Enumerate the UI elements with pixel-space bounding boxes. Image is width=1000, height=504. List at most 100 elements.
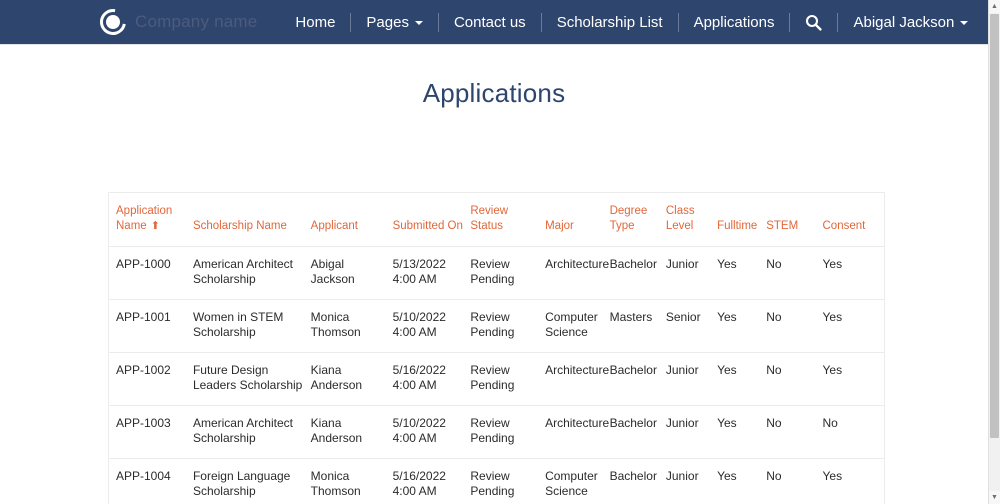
cell-consent: Yes	[823, 353, 885, 406]
table-row[interactable]: APP-1002 Future Design Leaders Scholarsh…	[109, 353, 884, 406]
cell-consent: Yes	[823, 300, 885, 353]
cell-scholarship-name: Future Design Leaders Scholarship	[193, 353, 311, 406]
nav-item-user-menu[interactable]: Abigal Jackson	[841, 15, 980, 30]
cell-review-status: Review Pending	[470, 459, 545, 504]
nav-links: Home Pages Contact us Scholarship List A…	[283, 13, 980, 32]
cell-submitted-on: 5/16/2022 4:00 AM	[393, 459, 471, 504]
cell-application-name: APP-1000	[109, 247, 193, 300]
cell-submitted-on: 5/10/2022 4:00 AM	[393, 406, 471, 459]
cell-fulltime: Yes	[717, 406, 766, 459]
applications-table-container: Application Name⬆ Scholarship Name Appli…	[108, 192, 885, 504]
cell-applicant: Monica Thomson	[311, 459, 393, 504]
page-title: Applications	[0, 45, 988, 109]
cell-degree-type: Bachelor	[610, 247, 666, 300]
cell-consent: Yes	[823, 247, 885, 300]
nav-divider	[789, 13, 790, 32]
column-header-stem[interactable]: STEM	[766, 193, 822, 247]
column-header-class-level[interactable]: Class Level	[666, 193, 717, 247]
top-navigation-bar: Company name Home Pages Contact us Schol…	[0, 0, 988, 45]
scroll-up-arrow-icon[interactable]: ▲	[989, 0, 1000, 13]
cell-stem: No	[766, 247, 822, 300]
circular-logo-icon	[100, 9, 126, 35]
nav-divider	[438, 13, 439, 32]
arrow-up-icon: ⬆	[151, 221, 160, 232]
scroll-down-arrow-icon[interactable]: ▼	[989, 491, 1000, 504]
search-icon[interactable]	[793, 14, 834, 31]
chevron-down-icon	[960, 21, 968, 25]
column-header-application-name[interactable]: Application Name⬆	[109, 193, 193, 247]
cell-fulltime: Yes	[717, 247, 766, 300]
cell-degree-type: Bachelor	[610, 459, 666, 504]
cell-fulltime: Yes	[717, 300, 766, 353]
cell-degree-type: Bachelor	[610, 353, 666, 406]
nav-divider	[350, 13, 351, 32]
cell-fulltime: Yes	[717, 353, 766, 406]
cell-applicant: Monica Thomson	[311, 300, 393, 353]
brand-name: Company name	[135, 12, 257, 32]
cell-applicant: Kiana Anderson	[311, 406, 393, 459]
page-root: Company name Home Pages Contact us Schol…	[0, 0, 1000, 504]
cell-review-status: Review Pending	[470, 247, 545, 300]
nav-item-home[interactable]: Home	[283, 15, 347, 30]
cell-major: Architecture	[545, 406, 609, 459]
cell-degree-type: Bachelor	[610, 406, 666, 459]
column-header-consent[interactable]: Consent	[823, 193, 885, 247]
nav-item-pages[interactable]: Pages	[354, 15, 435, 30]
main-content: Applications Application Name⬆ Scholarsh…	[0, 45, 988, 504]
applications-table: Application Name⬆ Scholarship Name Appli…	[109, 193, 884, 504]
nav-item-pages-label: Pages	[366, 15, 409, 30]
column-header-fulltime[interactable]: Fulltime	[717, 193, 766, 247]
cell-scholarship-name: American Architect Scholarship	[193, 406, 311, 459]
cell-scholarship-name: Women in STEM Scholarship	[193, 300, 311, 353]
cell-major: Architecture	[545, 353, 609, 406]
brand-block[interactable]: Company name	[100, 9, 257, 35]
cell-applicant: Abigal Jackson	[311, 247, 393, 300]
cell-class-level: Junior	[666, 247, 717, 300]
nav-divider	[541, 13, 542, 32]
cell-submitted-on: 5/16/2022 4:00 AM	[393, 353, 471, 406]
cell-review-status: Review Pending	[470, 300, 545, 353]
cell-consent: No	[823, 406, 885, 459]
table-row[interactable]: APP-1000 American Architect Scholarship …	[109, 247, 884, 300]
cell-application-name: APP-1004	[109, 459, 193, 504]
cell-class-level: Senior	[666, 300, 717, 353]
chevron-down-icon	[415, 21, 423, 25]
cell-application-name: APP-1001	[109, 300, 193, 353]
cell-submitted-on: 5/10/2022 4:00 AM	[393, 300, 471, 353]
table-row[interactable]: APP-1003 American Architect Scholarship …	[109, 406, 884, 459]
column-header-scholarship-name[interactable]: Scholarship Name	[193, 193, 311, 247]
cell-stem: No	[766, 353, 822, 406]
table-body: APP-1000 American Architect Scholarship …	[109, 247, 884, 504]
column-header-major[interactable]: Major	[545, 193, 609, 247]
cell-class-level: Junior	[666, 353, 717, 406]
nav-item-applications[interactable]: Applications	[682, 15, 787, 30]
cell-review-status: Review Pending	[470, 353, 545, 406]
cell-submitted-on: 5/13/2022 4:00 AM	[393, 247, 471, 300]
user-name-label: Abigal Jackson	[853, 15, 954, 30]
nav-item-contact-us[interactable]: Contact us	[442, 15, 538, 30]
nav-item-scholarship-list[interactable]: Scholarship List	[545, 15, 675, 30]
cell-fulltime: Yes	[717, 459, 766, 504]
cell-application-name: APP-1003	[109, 406, 193, 459]
column-header-degree-type[interactable]: Degree Type	[610, 193, 666, 247]
cell-consent: Yes	[823, 459, 885, 504]
column-header-applicant[interactable]: Applicant	[311, 193, 393, 247]
table-header-row: Application Name⬆ Scholarship Name Appli…	[109, 193, 884, 247]
nav-divider	[837, 13, 838, 32]
cell-stem: No	[766, 459, 822, 504]
cell-class-level: Junior	[666, 459, 717, 504]
page-scrollbar[interactable]: ▲ ▼	[988, 0, 1000, 504]
table-row[interactable]: APP-1004 Foreign Language Scholarship Mo…	[109, 459, 884, 504]
column-header-application-name-label: Application Name	[116, 205, 172, 232]
column-header-review-status[interactable]: Review Status	[470, 193, 545, 247]
cell-major: Computer Science	[545, 459, 609, 504]
cell-scholarship-name: Foreign Language Scholarship	[193, 459, 311, 504]
table-row[interactable]: APP-1001 Women in STEM Scholarship Monic…	[109, 300, 884, 353]
cell-class-level: Junior	[666, 406, 717, 459]
cell-major: Architecture	[545, 247, 609, 300]
column-header-submitted-on[interactable]: Submitted On	[393, 193, 471, 247]
scrollbar-thumb[interactable]	[990, 14, 999, 438]
cell-scholarship-name: American Architect Scholarship	[193, 247, 311, 300]
cell-major: Computer Science	[545, 300, 609, 353]
cell-degree-type: Masters	[610, 300, 666, 353]
